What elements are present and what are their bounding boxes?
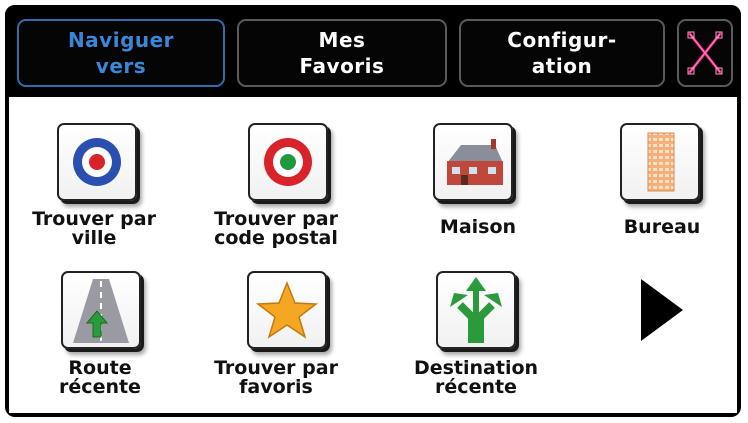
target-red-green-icon xyxy=(248,123,328,201)
house-icon xyxy=(433,123,513,201)
next-page-arrow-icon[interactable] xyxy=(637,275,687,345)
find-by-city-label: Trouver par ville xyxy=(32,208,156,249)
find-by-postcode-button[interactable]: Trouver par code postal xyxy=(191,97,361,257)
office-button[interactable]: Bureau xyxy=(577,97,741,257)
find-by-city-button[interactable]: Trouver par ville xyxy=(9,97,179,257)
find-by-postcode-label: Trouver par code postal xyxy=(214,208,338,249)
home-button[interactable]: Maison xyxy=(393,97,563,257)
recent-destination-label: Destination récente xyxy=(413,357,539,398)
tab-configuration[interactable]: Configur- ation xyxy=(459,19,665,87)
tab-bar: Naviguer vers Mes Favoris Configur- atio… xyxy=(5,5,741,97)
target-blue-red-icon xyxy=(57,123,137,201)
split-arrow-icon xyxy=(436,271,516,349)
recent-destination-button[interactable]: Destination récente xyxy=(391,257,561,413)
recent-route-button[interactable]: Route récente xyxy=(15,257,185,413)
recent-route-label: Route récente xyxy=(59,357,141,398)
road-arrow-icon xyxy=(61,271,141,349)
navigation-dialog: Naviguer vers Mes Favoris Configur- atio… xyxy=(5,5,741,417)
tab-mes-favoris[interactable]: Mes Favoris xyxy=(237,19,447,87)
destination-grid: Trouver par ville Trouver par code posta… xyxy=(9,97,737,413)
close-button[interactable] xyxy=(677,19,733,87)
find-by-favorites-label: Trouver par favoris xyxy=(214,357,338,398)
office-label: Bureau xyxy=(623,216,701,238)
office-building-icon xyxy=(620,123,700,201)
star-icon xyxy=(247,271,327,349)
tab-naviguer-vers[interactable]: Naviguer vers xyxy=(17,19,225,87)
home-label: Maison xyxy=(439,216,517,238)
find-by-favorites-button[interactable]: Trouver par favoris xyxy=(191,257,361,413)
close-icon xyxy=(687,31,723,75)
